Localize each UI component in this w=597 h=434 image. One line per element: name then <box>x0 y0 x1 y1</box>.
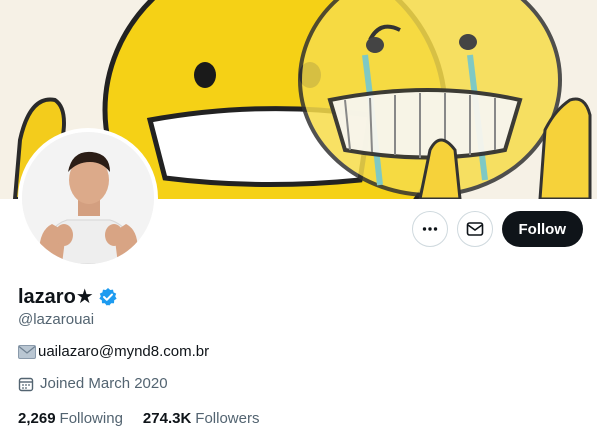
avatar-image <box>22 132 154 264</box>
verified-badge-icon[interactable] <box>98 287 118 307</box>
followers-label: Followers <box>195 410 260 427</box>
avatar[interactable] <box>22 132 154 264</box>
joined-date: Joined March 2020 <box>18 375 168 392</box>
more-button[interactable] <box>411 211 448 247</box>
followers-count: 274.3K <box>142 410 192 427</box>
calendar-icon <box>18 376 34 392</box>
display-name: lazaro★ <box>18 286 94 308</box>
profile-actions: Follow <box>411 211 583 247</box>
more-horizontal-icon <box>422 227 437 231</box>
bio: uailazaro@mynd8.com.br <box>18 343 209 360</box>
envelope-icon <box>466 222 483 236</box>
followers-link[interactable]: 274.3K Followers <box>143 410 260 427</box>
handle: @lazarouai <box>18 311 95 328</box>
name-row: lazaro★ <box>18 284 118 309</box>
profile-stats: 2,269 Following 274.3K Followers <box>18 410 259 427</box>
envelope-emoji-icon <box>18 344 36 359</box>
joined-text: Joined March 2020 <box>40 375 168 392</box>
following-label: Following <box>59 410 123 427</box>
avatar-frame[interactable] <box>18 128 158 268</box>
follow-button[interactable]: Follow <box>501 211 583 247</box>
bio-text[interactable]: uailazaro@mynd8.com.br <box>38 343 209 360</box>
following-count: 2,269 <box>18 410 56 427</box>
message-button[interactable] <box>456 211 493 247</box>
following-link[interactable]: 2,269 Following <box>18 410 123 427</box>
